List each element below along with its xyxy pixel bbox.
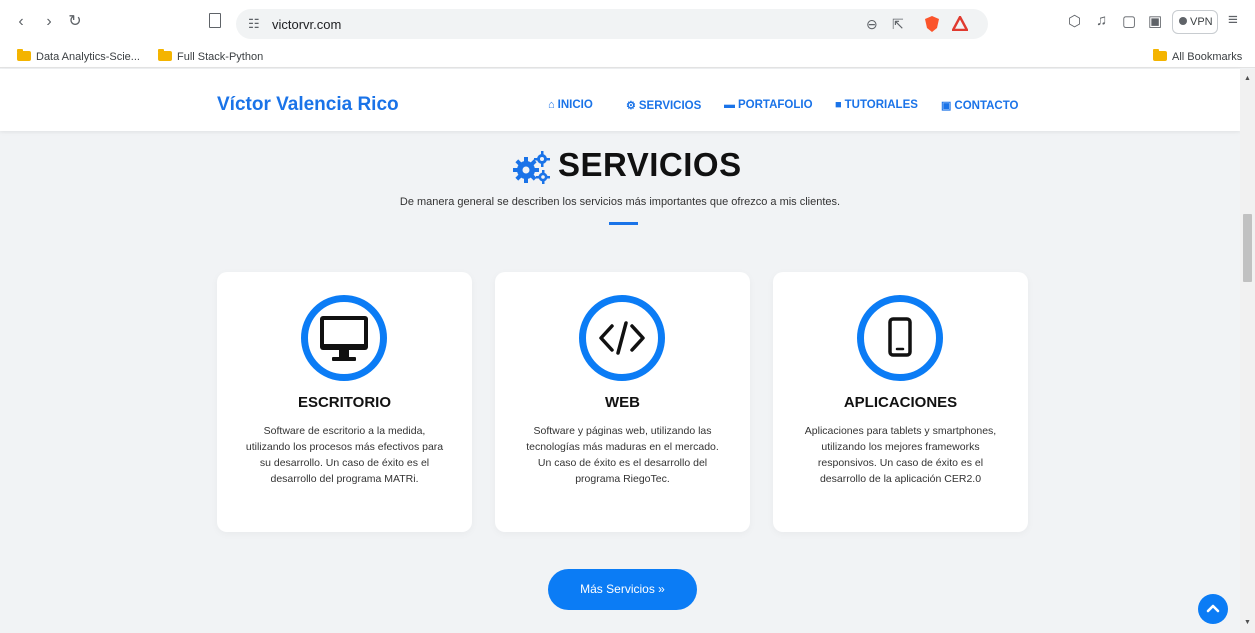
url-text[interactable]: victorvr.com xyxy=(272,17,341,32)
forward-icon[interactable]: › xyxy=(38,11,60,33)
card-title: APLICACIONES xyxy=(843,394,958,411)
zoom-icon[interactable]: ⊖ xyxy=(866,16,878,33)
contact-icon: ▣ xyxy=(941,100,952,112)
site-brand[interactable]: Víctor Valencia Rico xyxy=(217,94,399,116)
home-icon: ⌂ xyxy=(548,99,555,111)
site-settings-icon[interactable]: ☷ xyxy=(248,16,260,32)
desktop-icon xyxy=(320,316,368,361)
site-header: Víctor Valencia Rico ⌂ INICIO ⚙ SERVICIOS … xyxy=(0,69,1240,131)
briefcase-icon: ▬ xyxy=(724,99,735,111)
icon-circle xyxy=(579,295,665,381)
folder-icon xyxy=(1153,49,1167,61)
service-card-escritorio: ESCRITORIO Software de escritorio a la m… xyxy=(217,272,472,532)
chevron-up-icon xyxy=(1206,604,1220,613)
card-description: Software de escritorio a la medida, util… xyxy=(245,425,444,485)
section-subtitle: De manera general se describen los servi… xyxy=(399,196,841,208)
title-divider xyxy=(609,222,638,225)
vpn-button[interactable]: VPN xyxy=(1172,10,1218,34)
back-to-top-button[interactable] xyxy=(1198,594,1228,624)
folder-icon xyxy=(158,49,172,61)
bookmark-folder[interactable]: Full Stack-Python xyxy=(158,49,263,66)
nav-tutoriales[interactable]: ■ TUTORIALES xyxy=(835,99,918,111)
nav-contacto[interactable]: ▣ CONTACTO xyxy=(941,99,1019,112)
book-icon: ■ xyxy=(835,99,842,111)
media-icon[interactable]: ♫ xyxy=(1096,12,1107,29)
scroll-down-icon[interactable]: ▼ xyxy=(1244,619,1251,626)
reload-icon[interactable]: ↻ xyxy=(64,11,86,33)
folder-icon xyxy=(17,49,31,61)
page-scrollbar[interactable]: ▲ ▼ xyxy=(1240,69,1255,633)
nav-inicio[interactable]: ⌂ INICIO xyxy=(548,99,593,111)
gears-icon: ⚙ xyxy=(626,100,636,112)
scroll-thumb[interactable] xyxy=(1243,214,1252,282)
share-icon[interactable]: ⇱ xyxy=(892,16,904,33)
extensions-icon[interactable]: ⬡ xyxy=(1068,12,1081,30)
nav-portafolio[interactable]: ▬ PORTAFOLIO xyxy=(724,99,813,111)
bookmark-folder[interactable]: Data Analytics-Scie... xyxy=(17,49,140,66)
service-card-web: WEB Software y páginas web, utilizando l… xyxy=(495,272,750,532)
all-bookmarks[interactable]: All Bookmarks xyxy=(1153,49,1242,66)
icon-circle xyxy=(301,295,387,381)
card-title: ESCRITORIO xyxy=(297,394,392,411)
back-icon[interactable]: ‹ xyxy=(10,11,32,33)
card-description: Aplicaciones para tablets y smartphones,… xyxy=(804,425,997,485)
bookmark-icon[interactable] xyxy=(209,13,221,28)
address-bar[interactable]: ☷ victorvr.com ⊖ ⇱ xyxy=(236,9,988,39)
card-title: WEB xyxy=(605,394,640,411)
nav-servicios[interactable]: ⚙ SERVICIOS xyxy=(626,99,701,112)
code-icon xyxy=(599,321,645,355)
browser-toolbar: ‹ › ↻ ☷ victorvr.com ⊖ ⇱ ⬡ ♫ ▢ ▣ VPN ≡ xyxy=(0,0,1255,46)
sidebar-icon[interactable]: ▢ xyxy=(1122,12,1136,30)
card-description: Software y páginas web, utilizando las t… xyxy=(526,425,719,485)
mobile-icon xyxy=(888,317,912,357)
wallet-icon[interactable]: ▣ xyxy=(1148,12,1162,30)
service-card-aplicaciones: APLICACIONES Aplicaciones para tablets y… xyxy=(773,272,1028,532)
more-services-button[interactable]: Más Servicios » xyxy=(548,569,697,610)
section-title: SERVICIOS xyxy=(558,146,742,183)
brave-shields-icon[interactable] xyxy=(923,15,941,33)
scroll-up-icon[interactable]: ▲ xyxy=(1244,75,1251,82)
menu-icon[interactable]: ≡ xyxy=(1228,10,1238,30)
brave-rewards-icon[interactable] xyxy=(952,16,968,31)
icon-circle xyxy=(857,295,943,381)
bookmarks-bar: Data Analytics-Scie... Full Stack-Python… xyxy=(0,46,1255,68)
